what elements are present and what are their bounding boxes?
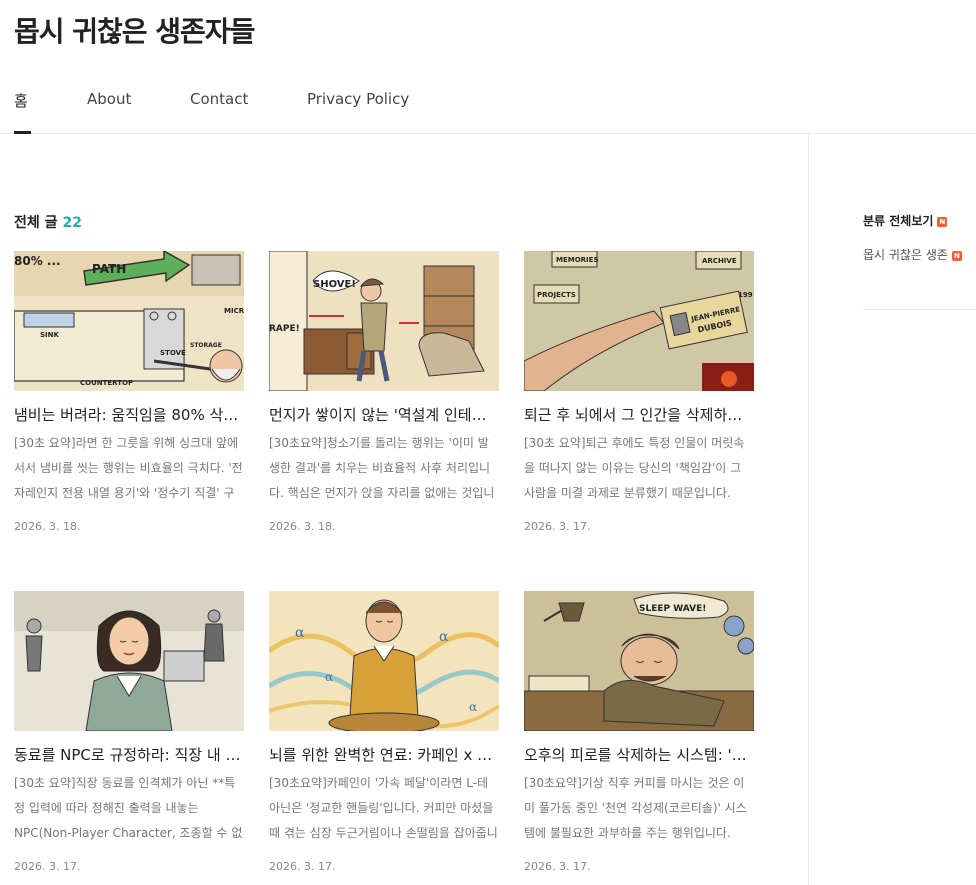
sleep-illustration: SLEEP WAVE! xyxy=(524,591,754,731)
post-thumbnail[interactable]: α α α α xyxy=(269,591,499,731)
post-date: 2026. 3. 17. xyxy=(14,860,81,873)
image-label: SLEEP WAVE! xyxy=(639,604,706,614)
image-label: STOVE xyxy=(160,349,186,357)
post-title[interactable]: 먼지가 쌓이지 않는 '역설계 인테리어'의 법칙 xyxy=(269,404,499,426)
post-thumbnail[interactable]: MEMORIES ARCHIVE PROJECTS 199 JEAN-PIERR… xyxy=(524,251,754,391)
image-label: COUNTERTOP xyxy=(80,379,133,387)
new-badge: N xyxy=(951,251,962,261)
post-excerpt: [30초 요약]퇴근 후에도 특정 인물이 머릿속을 떠나지 않는 이유는 당신… xyxy=(524,436,745,500)
post-thumbnail[interactable] xyxy=(14,591,244,731)
image-label: α xyxy=(295,625,305,641)
post-date: 2026. 3. 17. xyxy=(524,860,591,873)
post-date: 2026. 3. 17. xyxy=(524,520,591,533)
nav-contact[interactable]: Contact xyxy=(190,90,248,134)
post-thumbnail[interactable]: 80% ... PATH SINK STOVE STORAGE COUNTERT… xyxy=(14,251,244,391)
post-excerpt: [30초요약]카페인이 '가속 페달'이라면 L-테아닌은 '정교한 핸들링'입… xyxy=(269,776,498,840)
image-label: RAPE! xyxy=(269,324,300,334)
nav-about[interactable]: About xyxy=(87,90,131,134)
category-link[interactable]: 몹시 귀찮은 생존 N xyxy=(863,246,962,263)
post-excerpt: [30초요약]기상 직후 커피를 마시는 것은 이미 풀가동 중인 '천연 각성… xyxy=(524,776,747,840)
furniture-illustration: RAPE! SHOVE! xyxy=(269,251,499,391)
post-card[interactable]: RAPE! SHOVE! 먼지가 쌓이지 않는 '역설계 인테리어'의 법칙 [… xyxy=(269,251,499,533)
post-card[interactable]: SLEEP WAVE! 오후의 피로를 삭제하는 시스템: '90분 수면 웨이… xyxy=(524,591,754,873)
category-label: 몹시 귀찮은 생존 xyxy=(863,248,948,262)
image-label: STORAGE xyxy=(190,342,222,349)
site-title[interactable]: 몹시 귀찮은 생존자들 xyxy=(14,10,255,50)
section-label: 전체 글 xyxy=(14,215,58,231)
new-badge: N xyxy=(937,217,948,227)
image-label: PROJECTS xyxy=(537,291,576,299)
post-date: 2026. 3. 18. xyxy=(269,520,336,533)
section-heading: 전체 글 22 xyxy=(14,212,82,232)
post-title[interactable]: 퇴근 후 뇌에서 그 인간을 삭제하는 방법 xyxy=(524,404,754,426)
nav-home[interactable]: 홈 xyxy=(14,90,31,134)
post-title[interactable]: 냄비는 버려라: 움직임을 80% 삭제하는 주방 설계 xyxy=(14,404,244,426)
image-label: 80% ... xyxy=(14,254,61,268)
category-all-label: 분류 전체보기 xyxy=(863,214,934,228)
main-nav: 홈 About Contact Privacy Policy xyxy=(0,70,976,134)
post-card[interactable]: α α α α 뇌를 위한 완벽한 연료: 카페인 x L-테아닌 [30초요약… xyxy=(269,591,499,873)
office-illustration xyxy=(14,591,244,731)
kitchen-illustration: 80% ... PATH SINK STOVE STORAGE COUNTERT… xyxy=(14,251,244,391)
post-card[interactable]: MEMORIES ARCHIVE PROJECTS 199 JEAN-PIERR… xyxy=(524,251,754,533)
post-excerpt: [30초 요약]라면 한 그릇을 위해 싱크대 앞에 서서 냄비를 씻는 행위는… xyxy=(14,436,243,500)
post-excerpt: [30초요약]청소기를 돌리는 행위는 '이미 발생한 결과'를 치우는 비효율… xyxy=(269,436,495,500)
image-label: α xyxy=(469,700,477,714)
post-count: 22 xyxy=(62,215,82,231)
sidebar-section-divider xyxy=(863,309,976,310)
nav-privacy-policy[interactable]: Privacy Policy xyxy=(307,90,409,134)
image-label: α xyxy=(325,670,333,684)
post-excerpt: [30초 요약]직장 동료를 인격체가 아닌 **특정 입력에 따라 정해진 출… xyxy=(14,776,243,840)
post-date: 2026. 3. 18. xyxy=(14,520,81,533)
image-label: ARCHIVE xyxy=(702,257,737,265)
image-label: SHOVE! xyxy=(313,279,356,290)
post-title[interactable]: 오후의 피로를 삭제하는 시스템: '90분 수면 웨이브' xyxy=(524,744,754,766)
meditation-illustration: α α α α xyxy=(269,591,499,731)
category-all-link[interactable]: 분류 전체보기 N xyxy=(863,212,948,229)
image-label: α xyxy=(439,629,449,645)
image-label: MEMORIES xyxy=(556,256,598,264)
post-thumbnail[interactable]: RAPE! SHOVE! xyxy=(269,251,499,391)
image-label: PATH xyxy=(92,262,126,276)
post-date: 2026. 3. 17. xyxy=(269,860,336,873)
image-label: SINK xyxy=(40,331,60,339)
post-thumbnail[interactable]: SLEEP WAVE! xyxy=(524,591,754,731)
post-card[interactable]: 80% ... PATH SINK STOVE STORAGE COUNTERT… xyxy=(14,251,244,533)
image-label: MICRO xyxy=(224,307,244,315)
post-title[interactable]: 뇌를 위한 완벽한 연료: 카페인 x L-테아닌 xyxy=(269,744,499,766)
post-card[interactable]: 동료를 NPC로 규정하라: 직장 내 감정 소모 차단법 [30초 요약]직장… xyxy=(14,591,244,873)
post-title[interactable]: 동료를 NPC로 규정하라: 직장 내 감정 소모 차단법 xyxy=(14,744,244,766)
sidebar-divider xyxy=(808,134,809,885)
memory-illustration: MEMORIES ARCHIVE PROJECTS 199 JEAN-PIERR… xyxy=(524,251,754,391)
